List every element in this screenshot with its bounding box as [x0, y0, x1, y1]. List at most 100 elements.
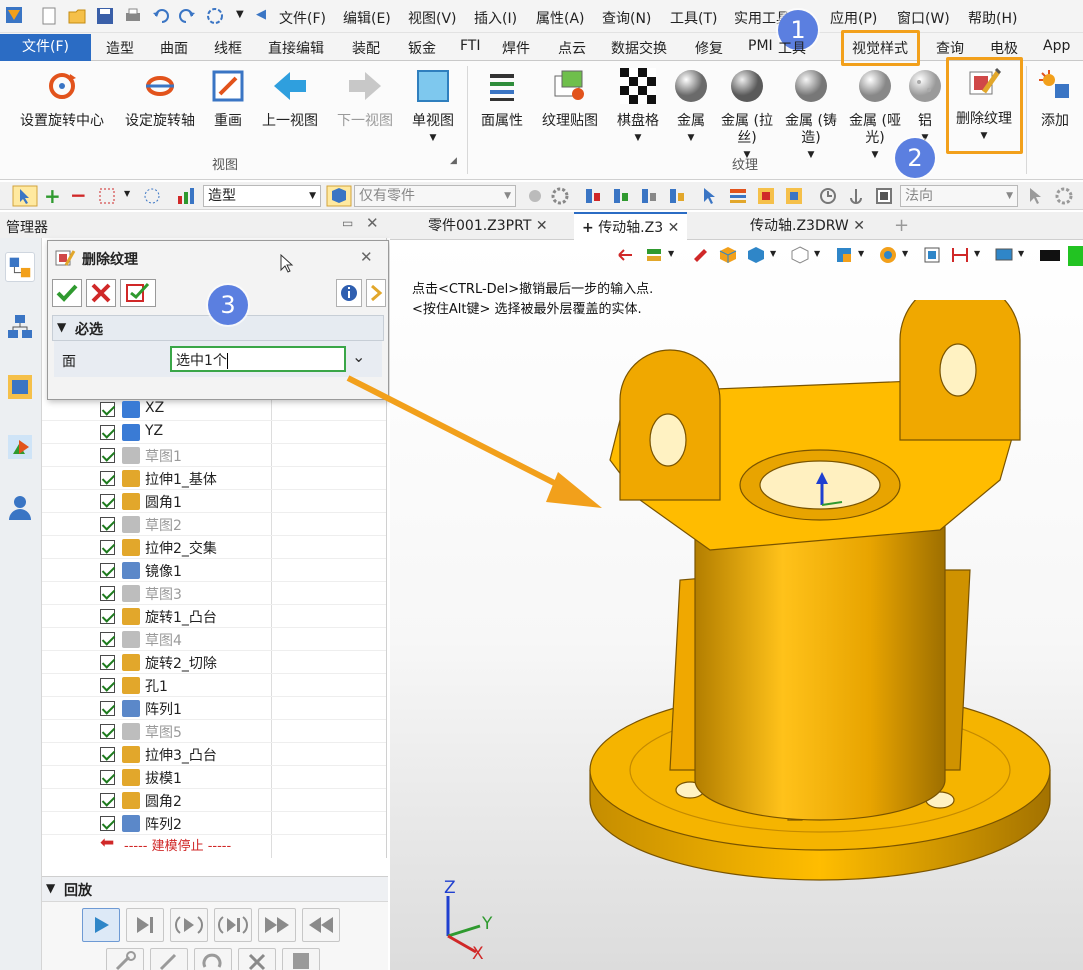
apply-button[interactable]: [120, 279, 156, 307]
visibility-checkbox[interactable]: [100, 724, 115, 739]
tree-row[interactable]: 圆角2: [42, 789, 386, 812]
close-icon[interactable]: ✕: [536, 218, 548, 234]
visibility-checkbox[interactable]: [100, 678, 115, 693]
history-tree-icon[interactable]: [5, 252, 35, 282]
open-folder-icon[interactable]: [68, 7, 86, 25]
chevron-down-icon[interactable]: ▼: [902, 249, 908, 258]
edge-tool-icon[interactable]: [668, 187, 686, 205]
menu-item[interactable]: 查询(N): [602, 8, 651, 28]
wireframe-cube-icon[interactable]: [790, 245, 810, 265]
face-selection-input[interactable]: 选中1个: [170, 346, 346, 372]
filter-chart-icon[interactable]: [176, 186, 198, 206]
visibility-checkbox[interactable]: [100, 517, 115, 532]
menu-item[interactable]: 插入(I): [474, 8, 517, 28]
playback-header[interactable]: ▼ 回放: [42, 876, 388, 902]
step-forward-button[interactable]: [170, 908, 208, 942]
metal-dropdown-icon[interactable]: ▼: [668, 130, 714, 147]
tab-item[interactable]: 查询: [936, 38, 964, 58]
new-tab-plus-icon[interactable]: +: [894, 215, 909, 236]
tab-item[interactable]: 点云: [558, 38, 586, 58]
visibility-checkbox[interactable]: [100, 448, 115, 463]
part-view-icon[interactable]: [756, 186, 776, 206]
tree-row[interactable]: 草图4: [42, 628, 386, 651]
checkerboard-button[interactable]: 棋盘格 ▼: [612, 68, 664, 147]
ok-button[interactable]: [52, 279, 82, 307]
undo-view-icon[interactable]: [616, 245, 636, 265]
tab-item[interactable]: FTI: [460, 38, 481, 54]
zoom-fit-icon[interactable]: [922, 245, 942, 265]
list-icon[interactable]: [728, 186, 748, 206]
tab-item[interactable]: 曲面: [160, 38, 188, 58]
eraser-icon[interactable]: [690, 245, 710, 265]
section-view-icon[interactable]: [834, 245, 854, 265]
info-button[interactable]: [336, 279, 362, 307]
visibility-checkbox[interactable]: [100, 586, 115, 601]
tab-item[interactable]: App: [1043, 38, 1070, 54]
set-rotation-center-button[interactable]: 设置旋转中心: [14, 68, 110, 130]
tree-row[interactable]: XZ: [42, 398, 386, 421]
tab-item[interactable]: 造型: [106, 38, 134, 58]
tree-row[interactable]: 草图2: [42, 513, 386, 536]
visibility-checkbox[interactable]: [100, 655, 115, 670]
visibility-checkbox[interactable]: [100, 471, 115, 486]
menu-item[interactable]: 编辑(E): [343, 8, 391, 28]
single-view-dropdown-icon[interactable]: ▼: [406, 130, 460, 147]
close-icon[interactable]: ✕: [853, 218, 865, 234]
settings-gear-icon[interactable]: [1054, 186, 1074, 206]
new-file-icon[interactable]: [40, 7, 58, 25]
tab-item[interactable]: 工具: [778, 38, 806, 58]
cast-metal-dropdown-icon[interactable]: ▼: [782, 147, 840, 164]
display-settings-icon[interactable]: [994, 245, 1014, 265]
input-manager-icon[interactable]: [5, 432, 35, 462]
set-rotation-axis-button[interactable]: 设定旋转轴: [118, 68, 202, 130]
delete-button[interactable]: [238, 948, 276, 970]
mode-select[interactable]: 造型 ▼: [203, 185, 321, 207]
refresh-icon[interactable]: [206, 7, 224, 25]
visibility-checkbox[interactable]: [100, 494, 115, 509]
visibility-checkbox[interactable]: [100, 632, 115, 647]
direction-select[interactable]: 法向 ▼: [900, 185, 1018, 207]
quick-access-dropdown-icon[interactable]: ▼: [236, 9, 244, 20]
next-step-button[interactable]: [366, 279, 386, 307]
tab-item[interactable]: 线框: [214, 38, 242, 58]
redo-icon[interactable]: [178, 7, 196, 25]
menu-item[interactable]: 属性(A): [536, 8, 585, 28]
tree-row[interactable]: 圆角1: [42, 490, 386, 513]
tab-item[interactable]: 装配: [352, 38, 380, 58]
metal-button[interactable]: 金属 ▼: [668, 68, 714, 147]
tree-row[interactable]: 拉伸3_凸台: [42, 743, 386, 766]
previous-view-button[interactable]: 上一视图: [256, 68, 324, 130]
close-icon[interactable]: ✕: [366, 214, 379, 232]
user-manager-icon[interactable]: [5, 492, 35, 522]
chevron-down-icon[interactable]: ▼: [974, 249, 980, 258]
tab-item[interactable]: 焊件: [502, 38, 530, 58]
cast-metal-button[interactable]: 金属 (铸造) ▼: [782, 68, 840, 164]
visibility-checkbox[interactable]: [100, 402, 115, 417]
undo-icon[interactable]: [152, 7, 170, 25]
single-view-button[interactable]: 单视图 ▼: [406, 68, 460, 147]
visibility-checkbox[interactable]: [100, 747, 115, 762]
doc-tab-part001[interactable]: 零件001.Z3PRT ✕: [420, 212, 556, 240]
part-filter-icon[interactable]: [326, 185, 352, 207]
tree-row[interactable]: 草图3: [42, 582, 386, 605]
visibility-checkbox[interactable]: [100, 770, 115, 785]
tree-row[interactable]: 旋转1_凸台: [42, 605, 386, 628]
double-chevron-down-icon[interactable]: ⌄: [352, 347, 365, 366]
feature-tool-icon[interactable]: [640, 187, 658, 205]
stop-button[interactable]: [282, 948, 320, 970]
tab-item[interactable]: 钣金: [408, 38, 436, 58]
step-next-button[interactable]: [214, 908, 252, 942]
fast-forward-button[interactable]: [258, 908, 296, 942]
group-launcher-icon[interactable]: ◢: [450, 156, 457, 166]
assembly-tree-icon[interactable]: [5, 312, 35, 342]
menu-item[interactable]: 视图(V): [408, 8, 457, 28]
layer-icon[interactable]: [644, 245, 664, 265]
visibility-checkbox[interactable]: [100, 609, 115, 624]
chevron-down-icon[interactable]: ▼: [858, 249, 864, 258]
next-view-button[interactable]: 下一视图: [330, 68, 400, 130]
sheet-view-icon[interactable]: [784, 186, 804, 206]
chevron-down-icon[interactable]: ▼: [668, 249, 674, 258]
menu-item[interactable]: 窗口(W): [897, 8, 950, 28]
tab-file[interactable]: 文件(F): [0, 34, 91, 61]
tab-item[interactable]: 电极: [990, 38, 1018, 58]
